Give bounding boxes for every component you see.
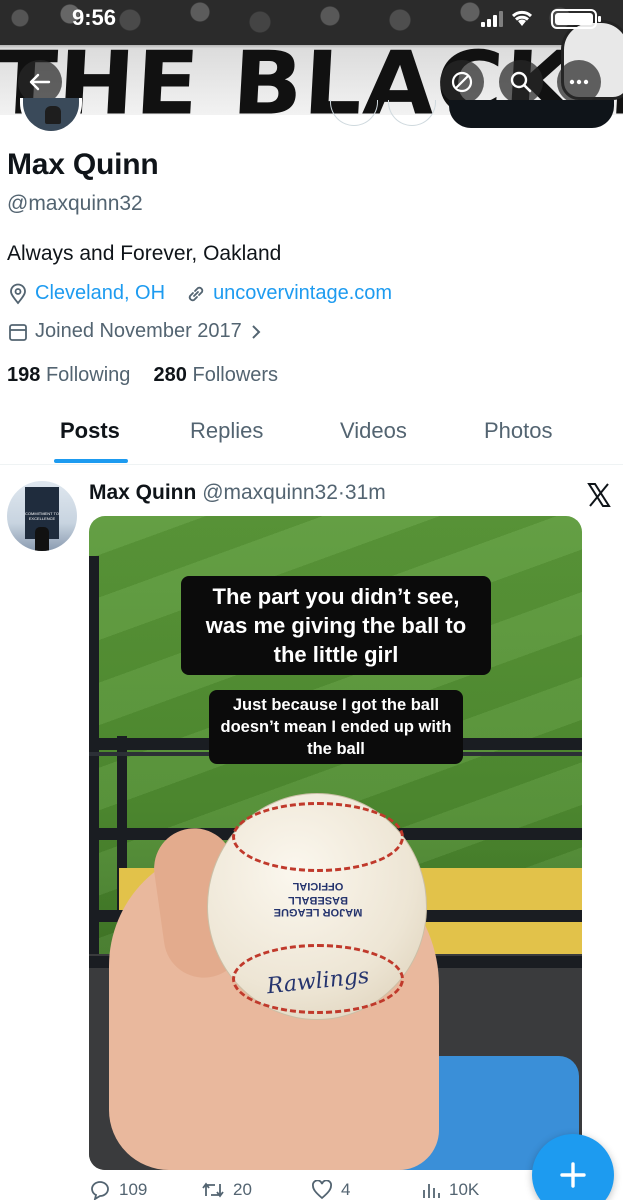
battery-icon [551, 9, 601, 29]
calendar-icon [9, 323, 27, 341]
reply-icon [91, 1181, 109, 1200]
post-separator: · [337, 481, 345, 504]
profile-bio: Always and Forever, Oakland [7, 242, 282, 265]
avatar-text: COMMITMENT TO EXCELLENCE [25, 511, 59, 521]
location-text: Cleveland, OH [35, 282, 166, 304]
views-button[interactable]: 10K [421, 1180, 479, 1200]
search-button[interactable] [499, 60, 543, 104]
tab-replies[interactable]: Replies [190, 418, 263, 444]
link-icon [188, 286, 204, 301]
status-time: 9:56 [72, 5, 117, 30]
reply-button[interactable]: 109 [89, 1180, 147, 1200]
tab-posts[interactable]: Posts [60, 418, 120, 444]
following-link[interactable]: 198 Following [7, 364, 130, 386]
views-count: 10K [449, 1180, 480, 1199]
profile-joined-row[interactable]: Joined November 2017 [7, 320, 262, 343]
ball-text-league: MAJOR LEAGUE BASEBALL [273, 894, 363, 918]
like-count: 4 [341, 1180, 351, 1199]
more-icon [569, 79, 589, 85]
tab-videos[interactable]: Videos [340, 418, 407, 444]
repost-count: 20 [233, 1180, 252, 1199]
search-icon [510, 71, 532, 93]
repost-icon [202, 1182, 224, 1198]
chevron-right-icon [252, 324, 261, 339]
message-button[interactable] [388, 100, 436, 126]
following-label: Following [45, 364, 131, 386]
views-icon [423, 1184, 440, 1198]
profile-avatar[interactable] [20, 98, 82, 134]
ball-text-official: OFFICIAL [292, 880, 344, 892]
post-media-image[interactable]: OFFICIAL MAJOR LEAGUE BASEBALL Rawlings … [89, 516, 582, 1170]
baseball: OFFICIAL MAJOR LEAGUE BASEBALL Rawlings [207, 793, 427, 1020]
mute-icon [451, 71, 473, 93]
post-author-avatar[interactable]: COMMITMENT TO EXCELLENCE [7, 481, 77, 551]
wifi-icon [511, 10, 533, 26]
following-count: 198 [7, 364, 41, 386]
followers-link[interactable]: 280 Followers [154, 364, 279, 386]
post-author-name[interactable]: Max Quinn [89, 481, 196, 504]
follow-button[interactable] [449, 100, 614, 128]
back-arrow-icon [29, 73, 51, 91]
post-action-bar: 109 20 4 10K [89, 1180, 509, 1200]
media-caption-main: The part you didn’t see, was me giving t… [181, 576, 491, 675]
active-tab-indicator [54, 459, 128, 463]
profile-name: Max Quinn [7, 148, 159, 181]
profile-tabs: Posts Replies Videos Photos [0, 410, 623, 465]
profile-handle: @maxquinn32 [7, 192, 143, 215]
more-options-button[interactable] [557, 60, 601, 104]
post-author-handle: @maxquinn32 [202, 481, 338, 504]
cellular-signal-icon [481, 11, 505, 27]
profile-meta-location-row: Cleveland, OH uncovervintage.com [7, 282, 392, 305]
post-time: 31m [344, 481, 386, 504]
post-header: Max Quinn @maxquinn32·31m [89, 481, 386, 505]
media-caption-sub: Just because I got the ball doesn’t mean… [209, 690, 463, 764]
tab-photos[interactable]: Photos [484, 418, 553, 444]
notifications-button[interactable] [330, 100, 378, 126]
status-bar: 9:56 [0, 0, 623, 36]
like-icon [312, 1180, 332, 1200]
ball-seam [232, 802, 404, 872]
follow-stats: 198 Following 280 Followers [7, 364, 278, 387]
like-button[interactable]: 4 [311, 1180, 350, 1200]
followers-label: Followers [192, 364, 279, 386]
compose-button[interactable] [532, 1134, 614, 1200]
location-pin-icon [10, 283, 26, 304]
x-logo-icon [587, 483, 611, 507]
mute-button[interactable] [440, 60, 484, 104]
fence-post [89, 556, 99, 956]
followers-count: 280 [153, 364, 187, 386]
reply-count: 109 [119, 1180, 148, 1199]
website-link[interactable]: uncovervintage.com [213, 282, 392, 305]
joined-text: Joined November 2017 [35, 320, 242, 342]
compose-plus-icon [560, 1162, 586, 1188]
repost-button[interactable]: 20 [201, 1180, 252, 1200]
